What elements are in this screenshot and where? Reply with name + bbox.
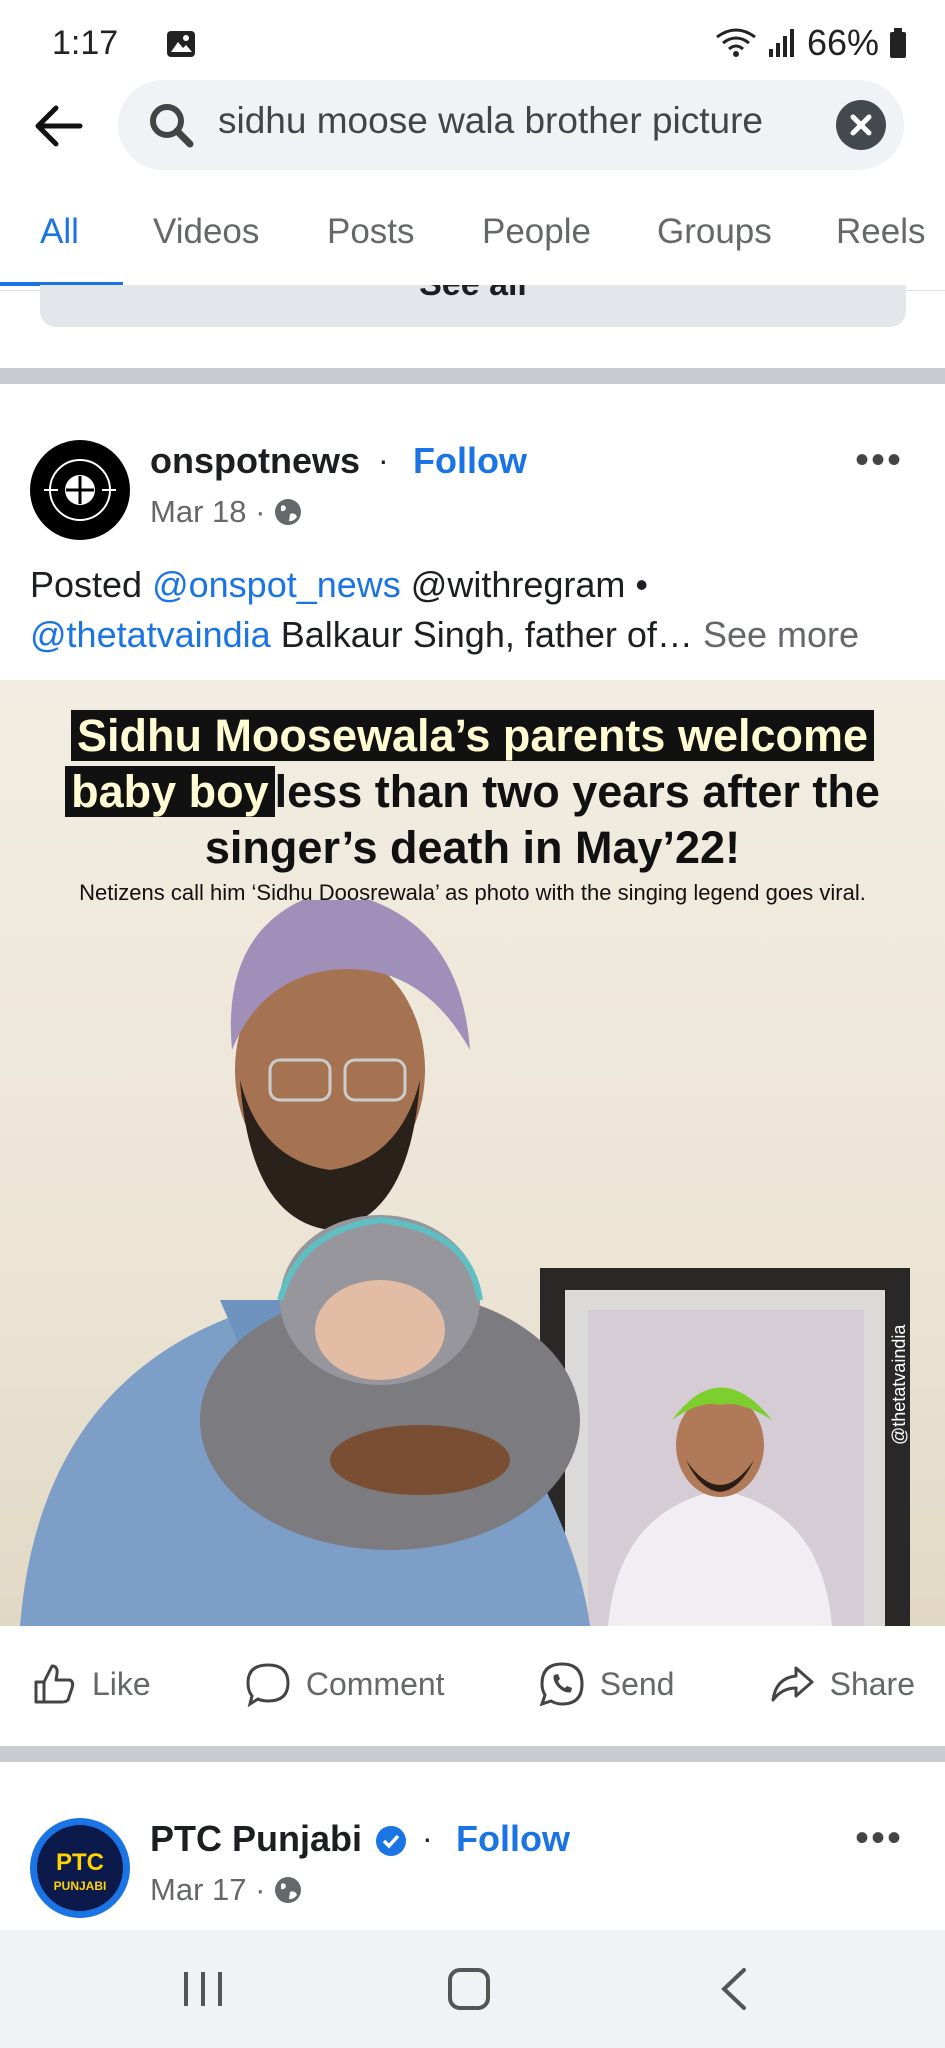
- caption-text: @withregram •: [400, 564, 648, 605]
- globe-icon: [275, 1877, 302, 1903]
- close-icon: [850, 114, 872, 136]
- caption-prefix: Posted: [30, 564, 153, 605]
- image-headline-line2: baby boy less than two years after the: [0, 766, 945, 818]
- system-navigation-bar: [0, 1930, 945, 2048]
- verified-badge-icon: [376, 1826, 406, 1856]
- home-icon[interactable]: [446, 1966, 492, 2012]
- follow-button[interactable]: Follow: [413, 440, 527, 482]
- comment-button[interactable]: Comment: [244, 1660, 445, 1708]
- ptc-logo: PTC PUNJABI: [37, 1825, 123, 1911]
- author-separator: ·: [378, 442, 389, 478]
- status-icons: 66%: [715, 22, 907, 64]
- status-time: 1:17: [52, 24, 119, 62]
- see-more-link[interactable]: See more: [693, 614, 859, 655]
- post-author-name[interactable]: PTC Punjabi: [150, 1818, 362, 1860]
- feed-divider: [0, 1746, 945, 1762]
- comment-label: Comment: [305, 1665, 445, 1702]
- battery-percent: 66%: [806, 22, 879, 63]
- comment-icon: [246, 1663, 290, 1708]
- svg-text:PTC: PTC: [56, 1849, 104, 1876]
- onspotnews-logo: [44, 459, 116, 521]
- like-icon: [34, 1664, 75, 1704]
- post-options-button[interactable]: •••: [855, 1816, 903, 1861]
- share-icon: [771, 1666, 814, 1702]
- tab-videos[interactable]: Videos: [153, 212, 259, 252]
- back-arrow-icon[interactable]: [30, 96, 90, 156]
- follow-button[interactable]: Follow: [456, 1818, 570, 1860]
- battery-icon: [890, 28, 906, 58]
- see-all-button[interactable]: See all: [40, 285, 906, 327]
- like-label: Like: [92, 1665, 151, 1702]
- mention-link[interactable]: @thetatvaindia: [30, 614, 271, 655]
- search-input[interactable]: sidhu moose wala brother picture: [218, 100, 808, 142]
- send-button[interactable]: Send: [538, 1660, 675, 1708]
- status-bar: 1:17 66%: [0, 0, 945, 80]
- back-nav-icon[interactable]: [716, 1966, 752, 2012]
- post-meta: Mar 17 ·: [150, 1872, 303, 1908]
- clear-search-button[interactable]: [836, 100, 886, 150]
- mention-link[interactable]: @onspot_news: [152, 564, 401, 605]
- search-filter-tabs: All Videos Posts People Groups Reels: [0, 200, 945, 291]
- post-action-bar: Like Comment Send Share: [0, 1626, 945, 1742]
- search-icon: [150, 104, 194, 148]
- image-headline-line1: Sidhu Moosewala’s parents welcome: [0, 710, 945, 762]
- post-date: Mar 18 ·: [150, 494, 266, 529]
- search-bar[interactable]: sidhu moose wala brother picture: [118, 80, 904, 170]
- send-label: Send: [599, 1665, 675, 1702]
- post-meta: Mar 18 ·: [150, 494, 303, 530]
- image-headline-line3: singer’s death in May’22!: [204, 822, 741, 873]
- gallery-notification-icon: [167, 31, 195, 57]
- headline-highlight: baby boy: [65, 766, 275, 817]
- tab-groups[interactable]: Groups: [657, 212, 772, 252]
- headline-text: less than two years after the: [274, 766, 880, 817]
- share-label: Share: [829, 1665, 915, 1702]
- post-caption: Posted @onspot_news @withregram • @thetat…: [30, 560, 920, 660]
- signal-icon: [768, 29, 794, 57]
- image-watermark: @thetatvaindia: [889, 1324, 909, 1445]
- feed-divider: [0, 368, 945, 384]
- ptc-punjabi-avatar[interactable]: PTC PUNJABI: [30, 1818, 130, 1918]
- globe-icon: [275, 499, 302, 525]
- like-button[interactable]: Like: [30, 1660, 151, 1708]
- tab-all[interactable]: All: [40, 212, 79, 252]
- see-all-label: See all: [40, 285, 906, 304]
- photo-illustration: @thetatvaindia: [20, 900, 910, 1626]
- whatsapp-icon: [539, 1662, 584, 1707]
- wifi-icon: [716, 28, 756, 57]
- tab-people[interactable]: People: [482, 212, 591, 252]
- caption-text: Balkaur Singh, father of…: [270, 614, 693, 655]
- tab-reels[interactable]: Reels: [836, 212, 925, 252]
- onspotnews-avatar[interactable]: [30, 440, 130, 540]
- author-separator: ·: [422, 1820, 433, 1856]
- post-date: Mar 17 ·: [150, 1872, 266, 1907]
- post-options-button[interactable]: •••: [855, 438, 903, 483]
- post-author-name[interactable]: onspotnews: [150, 440, 360, 482]
- post-image[interactable]: Sidhu Moosewala’s parents welcome baby b…: [0, 680, 945, 1626]
- svg-text:PUNJABI: PUNJABI: [54, 1879, 107, 1893]
- headline-highlight: Sidhu Moosewala’s parents welcome: [70, 710, 875, 761]
- recent-apps-icon[interactable]: [180, 1968, 226, 2010]
- share-button[interactable]: Share: [768, 1660, 915, 1708]
- tab-posts[interactable]: Posts: [327, 212, 415, 252]
